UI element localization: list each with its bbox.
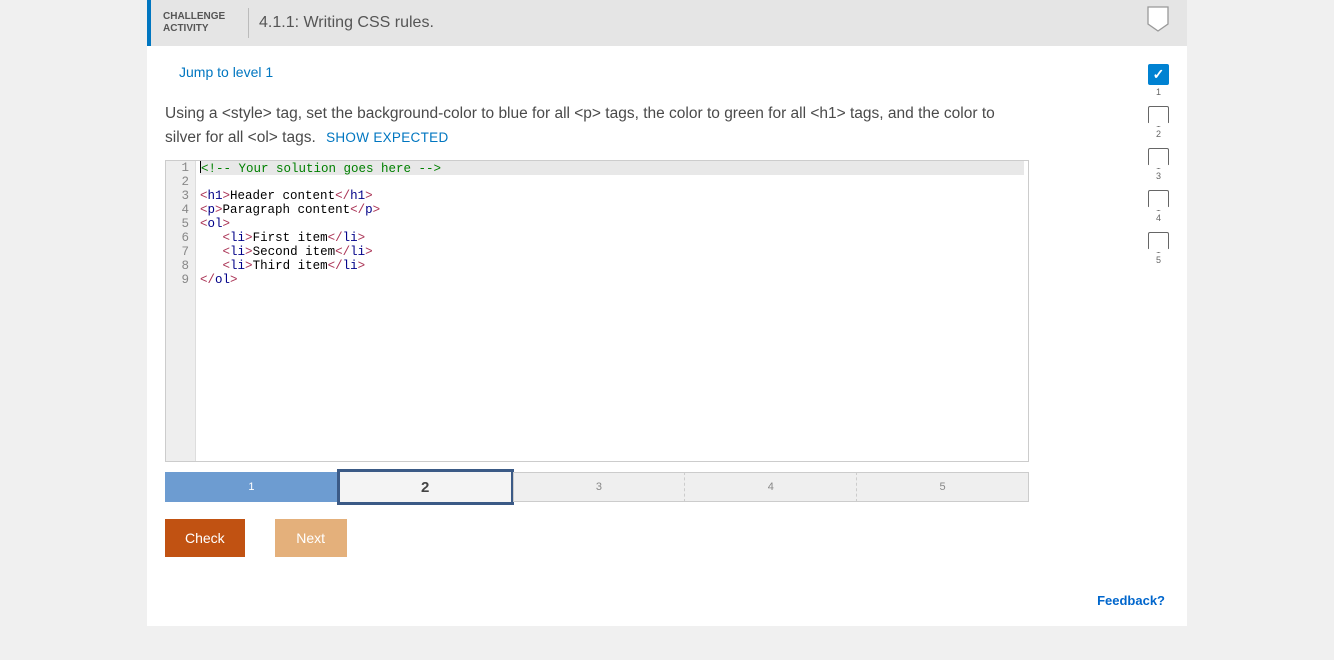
activity-header: CHALLENGE ACTIVITY 4.1.1: Writing CSS ru… xyxy=(147,0,1187,46)
step-5[interactable]: 5 xyxy=(856,472,1029,502)
shield-icon xyxy=(1148,232,1169,253)
next-button: Next xyxy=(275,519,347,557)
code-body[interactable]: <!-- Your solution goes here --> <h1>Head… xyxy=(196,161,1028,461)
activity-content: 12345 Jump to level 1 Using a <style> ta… xyxy=(147,46,1187,626)
progress-step-number: 4 xyxy=(1156,213,1161,223)
level-steps-bar: 12345 xyxy=(165,472,1029,505)
progress-step-number: 5 xyxy=(1156,255,1161,265)
progress-step-number: 1 xyxy=(1156,87,1161,97)
shield-icon xyxy=(1148,106,1169,127)
step-1[interactable]: 1 xyxy=(165,472,338,502)
code-line[interactable]: <ol> xyxy=(200,217,1024,231)
shield-icon xyxy=(1148,148,1169,169)
line-gutter: 123456789 xyxy=(166,161,196,461)
progress-step-3[interactable]: 3 xyxy=(1148,148,1169,187)
check-button[interactable]: Check xyxy=(165,519,245,557)
progress-step-5[interactable]: 5 xyxy=(1148,232,1169,271)
shield-icon xyxy=(1147,6,1169,35)
progress-step-number: 3 xyxy=(1156,171,1161,181)
shield-icon xyxy=(1148,190,1169,211)
action-buttons: Check Next xyxy=(165,519,1169,557)
code-editor[interactable]: 123456789 <!-- Your solution goes here -… xyxy=(165,160,1029,462)
step-3[interactable]: 3 xyxy=(513,472,686,502)
code-line[interactable]: <!-- Your solution goes here --> xyxy=(200,161,1024,175)
header-divider xyxy=(248,8,249,38)
show-expected-link[interactable]: SHOW EXPECTED xyxy=(326,130,448,145)
feedback-link[interactable]: Feedback? xyxy=(165,593,1169,608)
code-line[interactable]: <li>Second item</li> xyxy=(200,245,1024,259)
progress-step-4[interactable]: 4 xyxy=(1148,190,1169,229)
check-icon xyxy=(1148,64,1169,85)
code-line[interactable]: </ol> xyxy=(200,273,1024,287)
code-line[interactable]: <li>Third item</li> xyxy=(200,259,1024,273)
progress-step-2[interactable]: 2 xyxy=(1148,106,1169,145)
step-4[interactable]: 4 xyxy=(684,472,857,502)
level-progress-sidebar: 1 2 3 4 5 xyxy=(1148,64,1169,271)
code-line[interactable]: <p>Paragraph content</p> xyxy=(200,203,1024,217)
step-2[interactable]: 2 xyxy=(337,469,514,505)
code-line[interactable]: <li>First item</li> xyxy=(200,231,1024,245)
code-line[interactable] xyxy=(200,175,1024,189)
progress-step-number: 2 xyxy=(1156,129,1161,139)
instructions-text: Using a <style> tag, set the background-… xyxy=(165,102,1169,150)
jump-to-level-link[interactable]: Jump to level 1 xyxy=(179,64,273,80)
progress-step-1[interactable]: 1 xyxy=(1148,64,1169,103)
code-line[interactable]: <h1>Header content</h1> xyxy=(200,189,1024,203)
activity-panel: CHALLENGE ACTIVITY 4.1.1: Writing CSS ru… xyxy=(147,0,1187,626)
activity-type-label: CHALLENGE ACTIVITY xyxy=(163,11,238,35)
activity-title: 4.1.1: Writing CSS rules. xyxy=(259,14,434,32)
